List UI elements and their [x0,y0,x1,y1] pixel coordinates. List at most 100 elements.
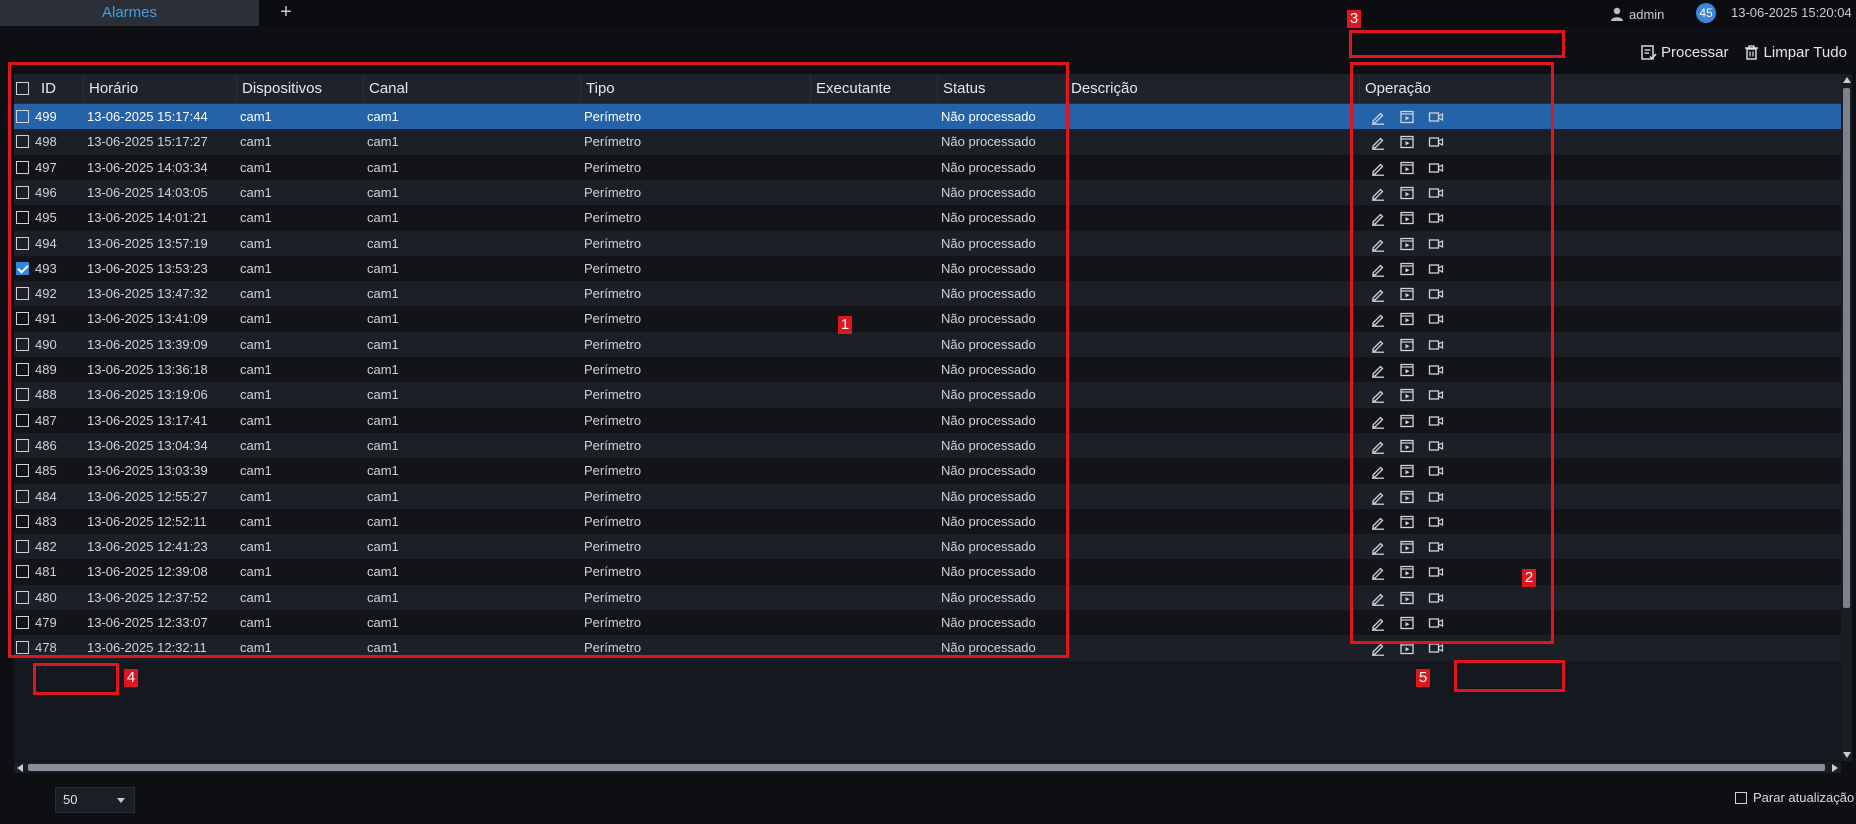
video-icon[interactable] [1428,564,1444,580]
table-row[interactable]: 492 13-06-2025 13:47:32 cam1 cam1 Perímetro N… [14,281,1841,307]
process-button[interactable]: Processar [1640,44,1729,61]
notification-badge[interactable]: 45 [1696,3,1716,23]
playback-icon[interactable] [1399,362,1415,378]
row-checkbox[interactable] [16,135,29,149]
column-header-status[interactable]: Status [937,74,1065,104]
video-icon[interactable] [1428,337,1444,353]
row-checkbox[interactable] [16,438,29,452]
row-checkbox[interactable] [16,514,29,528]
edit-icon[interactable] [1370,413,1386,429]
video-icon[interactable] [1428,438,1444,454]
table-row[interactable]: 498 13-06-2025 15:17:27 cam1 cam1 Perímetro N… [14,129,1841,155]
column-header-type[interactable]: Tipo [580,74,810,104]
table-row[interactable]: 486 13-06-2025 13:04:34 cam1 cam1 Perímetro N… [14,432,1841,459]
video-icon[interactable] [1428,514,1444,530]
edit-icon[interactable] [1370,311,1386,328]
horizontal-scroll-thumb[interactable] [28,764,1825,771]
video-icon[interactable] [1428,362,1444,378]
playback-icon[interactable] [1399,590,1415,606]
scroll-right-arrow[interactable] [1832,764,1838,772]
row-checkbox[interactable] [16,185,29,199]
table-row[interactable]: 485 13-06-2025 13:03:39 cam1 cam1 Perímetro N… [14,458,1841,484]
row-checkbox[interactable] [16,261,29,275]
stop-refresh-box[interactable] [1735,791,1747,804]
video-icon[interactable] [1428,109,1444,125]
playback-icon[interactable] [1399,564,1415,580]
playback-icon[interactable] [1399,438,1415,454]
scroll-down-arrow[interactable] [1843,752,1851,758]
row-checkbox[interactable] [16,363,29,376]
row-checkbox[interactable] [16,540,29,554]
vertical-scroll-thumb[interactable] [1843,88,1850,608]
page-size-select[interactable]: 50 [55,787,135,813]
edit-icon[interactable] [1370,640,1386,657]
video-icon[interactable] [1428,236,1444,252]
video-icon[interactable] [1428,261,1444,277]
row-checkbox[interactable] [16,413,29,427]
column-header-executor[interactable]: Executante [810,74,937,104]
table-row[interactable]: 493 13-06-2025 13:53:23 cam1 cam1 Perímetro N… [14,255,1841,282]
edit-icon[interactable] [1370,261,1386,277]
video-icon[interactable] [1428,539,1444,555]
tab-alarmes[interactable]: Alarmes [0,0,259,26]
row-checkbox[interactable] [16,287,29,301]
video-icon[interactable] [1428,590,1444,606]
playback-icon[interactable] [1399,463,1415,479]
row-checkbox[interactable] [16,160,29,174]
playback-icon[interactable] [1399,413,1415,429]
video-icon[interactable] [1428,615,1444,631]
table-row[interactable]: 490 13-06-2025 13:39:09 cam1 cam1 Perímetro N… [14,331,1841,357]
video-icon[interactable] [1428,413,1444,429]
edit-icon[interactable] [1370,286,1386,302]
playback-icon[interactable] [1399,387,1415,403]
edit-icon[interactable] [1370,109,1386,125]
table-row[interactable]: 483 13-06-2025 12:52:11 cam1 cam1 Perímetro N… [14,508,1841,535]
horizontal-scrollbar[interactable] [14,762,1841,773]
edit-icon[interactable] [1370,387,1386,404]
video-icon[interactable] [1428,387,1444,403]
video-icon[interactable] [1428,134,1444,150]
video-icon[interactable] [1428,489,1444,505]
table-row[interactable]: 482 13-06-2025 12:41:23 cam1 cam1 Perímetro N… [14,534,1841,560]
video-icon[interactable] [1428,185,1444,201]
row-checkbox[interactable] [16,565,29,579]
playback-icon[interactable] [1399,489,1415,505]
row-checkbox[interactable] [16,616,29,629]
table-row[interactable]: 484 13-06-2025 12:55:27 cam1 cam1 Perímetro N… [14,483,1841,509]
playback-icon[interactable] [1399,311,1415,327]
edit-icon[interactable] [1370,134,1386,151]
table-row[interactable]: 479 13-06-2025 12:33:07 cam1 cam1 Perímetro N… [14,610,1841,636]
playback-icon[interactable] [1399,615,1415,631]
edit-icon[interactable] [1370,438,1386,454]
playback-icon[interactable] [1399,160,1415,176]
video-icon[interactable] [1428,311,1444,327]
column-header-operation[interactable]: Operação [1359,74,1841,104]
table-row[interactable]: 488 13-06-2025 13:19:06 cam1 cam1 Perímetro N… [14,382,1841,408]
row-checkbox[interactable] [16,590,29,604]
playback-icon[interactable] [1399,539,1415,555]
playback-icon[interactable] [1399,185,1415,201]
row-checkbox[interactable] [16,236,29,250]
scroll-left-arrow[interactable] [17,764,23,772]
video-icon[interactable] [1428,463,1444,479]
column-header-description[interactable]: Descrição [1065,74,1359,104]
scroll-up-arrow[interactable] [1843,77,1851,83]
edit-icon[interactable] [1370,539,1386,555]
playback-icon[interactable] [1399,134,1415,150]
playback-icon[interactable] [1399,236,1415,252]
stop-refresh-checkbox[interactable]: Parar atualização [1735,790,1854,805]
edit-icon[interactable] [1370,362,1386,378]
table-row[interactable]: 496 13-06-2025 14:03:05 cam1 cam1 Perímetro N… [14,179,1841,206]
column-header-id[interactable]: ID [36,74,84,104]
edit-icon[interactable] [1370,463,1386,480]
row-checkbox[interactable] [16,388,29,402]
table-row[interactable]: 494 13-06-2025 13:57:19 cam1 cam1 Perímetro N… [14,230,1841,256]
table-row[interactable]: 480 13-06-2025 12:37:52 cam1 cam1 Perímetro N… [14,584,1841,610]
select-all-checkbox[interactable] [16,82,29,95]
video-icon[interactable] [1428,160,1444,176]
vertical-scrollbar[interactable] [1841,74,1852,761]
playback-icon[interactable] [1399,261,1415,277]
edit-icon[interactable] [1370,210,1386,227]
edit-icon[interactable] [1370,590,1386,606]
table-row[interactable]: 495 13-06-2025 14:01:21 cam1 cam1 Perímetro N… [14,205,1841,231]
